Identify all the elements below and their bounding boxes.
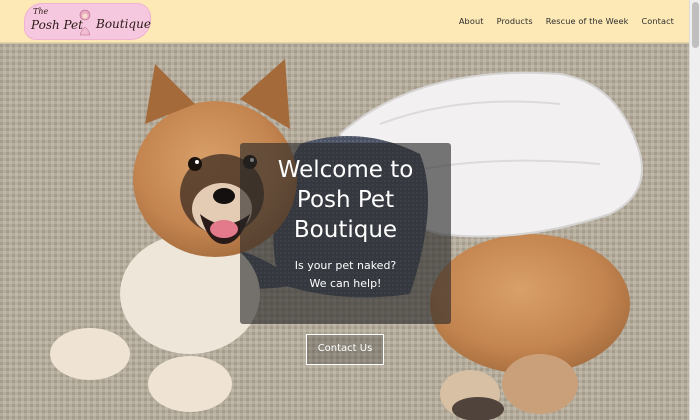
main-nav: About Products Rescue of the Week Contac… xyxy=(459,16,674,26)
top-navbar: The Posh Pet Boutique About Products Res… xyxy=(0,0,700,43)
nav-link-contact[interactable]: Contact xyxy=(641,16,674,26)
nav-link-rescue-of-the-week[interactable]: Rescue of the Week xyxy=(546,16,629,26)
hero-title: Welcome to Posh Pet Boutique xyxy=(277,157,414,243)
site-logo[interactable]: The Posh Pet Boutique xyxy=(24,3,151,40)
logo-text-boutique: Boutique xyxy=(96,17,151,31)
hero-overlay-card: Welcome to Posh Pet Boutique Is your pet… xyxy=(240,143,451,324)
logo-text-the: The xyxy=(33,7,49,16)
nav-link-products[interactable]: Products xyxy=(497,16,533,26)
scrollbar-thumb[interactable] xyxy=(692,2,699,48)
logo-lady-illustration-icon xyxy=(79,9,91,36)
nav-link-about[interactable]: About xyxy=(459,16,484,26)
hero-subtitle: Is your pet naked? We can help! xyxy=(240,257,451,293)
contact-us-button[interactable]: Contact Us xyxy=(306,334,384,365)
hero-subtitle-line-1: Is your pet naked? xyxy=(294,259,397,272)
page-scrollbar[interactable] xyxy=(689,0,700,420)
hero-subtitle-line-2: We can help! xyxy=(309,277,382,290)
